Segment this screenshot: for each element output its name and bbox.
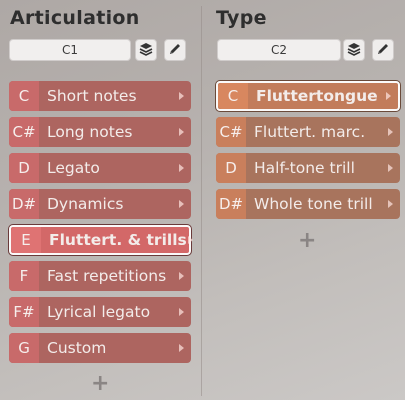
articulation-item[interactable]: D Legato [9,153,191,183]
type-edit-button[interactable] [372,39,394,61]
key-label: E [11,227,41,253]
chevron-right-icon[interactable] [175,127,187,137]
item-label: Fluttert. marc. [254,123,366,141]
articulation-item[interactable]: C Short notes [9,81,191,111]
item-label: Dynamics [47,195,124,213]
item-label: Lyrical legato [47,303,151,321]
key-label: F# [9,297,39,327]
key-label: D [216,153,246,183]
chevron-right-icon[interactable] [175,199,187,209]
articulation-item[interactable]: F Fast repetitions [9,261,191,291]
key-label: C# [9,117,39,147]
pencil-icon [168,41,182,60]
item-label: Legato [47,159,100,177]
type-item[interactable]: C# Fluttert. marc. [216,117,400,147]
chevron-right-icon[interactable] [187,235,194,245]
key-label: G [9,333,39,363]
articulation-item[interactable]: F# Lyrical legato [9,297,191,327]
chevron-right-icon[interactable] [175,91,187,101]
key-label: C [9,81,39,111]
articulation-item[interactable]: G Custom [9,333,191,363]
articulation-title: Articulation [10,7,140,29]
articulation-panel: Articulation C1 C Short notes C# Long notes… [0,0,201,400]
chevron-right-icon[interactable] [382,91,394,101]
type-panel: Type C2 C Fluttertongue C# Fluttert. marc. D… [202,0,405,400]
type-layers-button[interactable] [343,39,365,61]
item-label: Fluttert. & trills [49,231,187,249]
articulation-add-button[interactable]: + [91,373,109,395]
layers-icon [347,41,361,60]
chevron-right-icon[interactable] [175,271,187,281]
key-label: D# [216,189,246,219]
chevron-right-icon[interactable] [384,199,396,209]
item-label: Short notes [47,87,137,105]
chevron-right-icon[interactable] [175,307,187,317]
articulation-item[interactable]: E Fluttert. & trills [9,225,194,255]
item-label: Custom [47,339,107,357]
articulation-item[interactable]: D# Dynamics [9,189,191,219]
item-label: Fluttertongue [256,87,378,105]
chevron-right-icon[interactable] [175,343,187,353]
chevron-right-icon[interactable] [384,163,396,173]
item-label: Fast repetitions [47,267,167,285]
articulation-preset-field[interactable]: C1 [9,39,131,61]
key-label: D# [9,189,39,219]
key-label: C# [216,117,246,147]
type-item[interactable]: D# Whole tone trill [216,189,400,219]
articulation-layers-button[interactable] [135,39,157,61]
type-item[interactable]: D Half-tone trill [216,153,400,183]
key-label: C [218,83,248,109]
pencil-icon [376,41,390,60]
type-item[interactable]: C Fluttertongue [216,81,400,111]
item-label: Whole tone trill [254,195,373,213]
item-label: Long notes [47,123,133,141]
type-add-button[interactable]: + [298,230,316,252]
type-preset-field[interactable]: C2 [217,39,341,61]
key-label: D [9,153,39,183]
chevron-right-icon[interactable] [384,127,396,137]
articulation-edit-button[interactable] [164,39,186,61]
key-label: F [9,261,39,291]
chevron-right-icon[interactable] [175,163,187,173]
item-label: Half-tone trill [254,159,355,177]
layers-icon [139,41,153,60]
type-title: Type [216,7,267,29]
articulation-item[interactable]: C# Long notes [9,117,191,147]
